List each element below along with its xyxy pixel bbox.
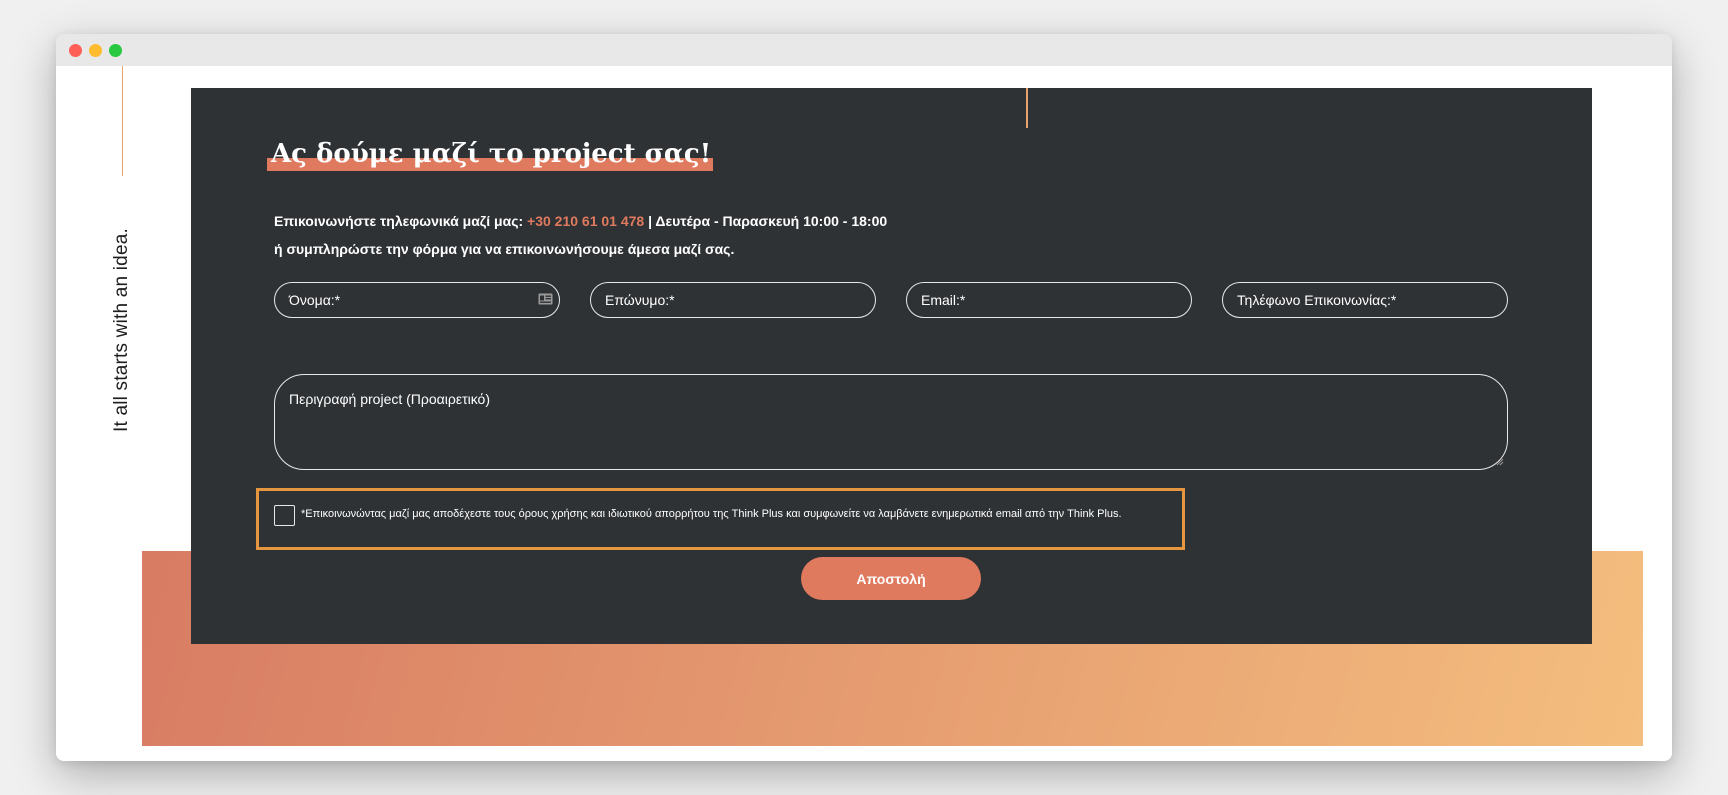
- contact-panel: Ας δούμε μαζί το project σας! Επικοινωνή…: [191, 88, 1592, 644]
- email-input[interactable]: Email:*: [906, 282, 1192, 318]
- consent-text: *Επικοινωνώντας μαζί μας αποδέχεστε τους…: [301, 508, 1122, 520]
- minimize-window-button[interactable]: [89, 44, 102, 57]
- decorative-vertical-line: [122, 66, 123, 176]
- office-hours: | Δευτέρα - Παρασκευή 10:00 - 18:00: [644, 213, 888, 229]
- form-hint: ή συμπληρώστε την φόρμα για να επικοινων…: [274, 241, 735, 257]
- first-name-placeholder: Όνομα:*: [289, 292, 341, 308]
- browser-window: It all starts with an idea. Ας δούμε μαζ…: [56, 34, 1672, 761]
- phone-placeholder: Τηλέφωνο Επικοινωνίας:*: [1237, 292, 1397, 308]
- window-titlebar: [56, 34, 1672, 66]
- phone-input[interactable]: Τηλέφωνο Επικοινωνίας:*: [1222, 282, 1508, 318]
- phone-info-line: Επικοινωνήστε τηλεφωνικά μαζί μας: +30 2…: [274, 213, 887, 229]
- submit-button[interactable]: Αποστολή: [801, 557, 981, 600]
- page-title: Ας δούμε μαζί το project σας!: [271, 139, 712, 169]
- heading-block: Ας δούμε μαζί το project σας!: [267, 136, 714, 172]
- consent-area: *Επικοινωνώντας μαζί μας αποδέχεστε τους…: [256, 488, 1185, 550]
- resize-handle-icon[interactable]: [1496, 458, 1504, 466]
- page-content: It all starts with an idea. Ας δούμε μαζ…: [56, 66, 1672, 761]
- phone-number-link[interactable]: +30 210 61 01 478: [527, 213, 644, 229]
- close-window-button[interactable]: [69, 44, 82, 57]
- maximize-window-button[interactable]: [109, 44, 122, 57]
- contact-card-icon[interactable]: [538, 293, 553, 305]
- project-description-textarea[interactable]: Περιγραφή project (Προαιρετικό): [274, 374, 1508, 470]
- description-placeholder: Περιγραφή project (Προαιρετικό): [289, 391, 490, 407]
- phone-prefix: Επικοινωνήστε τηλεφωνικά μαζί μας:: [274, 213, 528, 229]
- last-name-input[interactable]: Επώνυμο:*: [590, 282, 876, 318]
- last-name-placeholder: Επώνυμο:*: [605, 292, 675, 308]
- consent-checkbox[interactable]: [274, 505, 295, 526]
- email-placeholder: Email:*: [921, 292, 966, 308]
- vertical-tagline: It all starts with an idea.: [111, 228, 132, 432]
- decorative-top-line: [1026, 88, 1028, 128]
- first-name-input[interactable]: Όνομα:*: [274, 282, 560, 318]
